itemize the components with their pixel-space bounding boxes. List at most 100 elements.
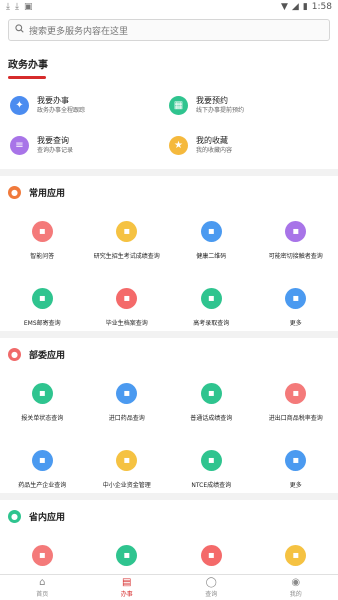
app-label: 毕业生档案查询 [105, 320, 148, 327]
bottom-tab-bar: ⌂ 首页 ▤ 办事 ◯ 查询 ◉ 我的 [0, 574, 338, 600]
gov-item-title: 我要办事 [37, 96, 69, 105]
battery-icon: ▮ [302, 2, 308, 12]
section-icon: ● [8, 348, 21, 361]
wifi-icon: ▼ [280, 2, 288, 12]
app-item[interactable]: ▪ 毕业生档案查询 [85, 288, 170, 327]
app-item[interactable]: ▪ 普通话成绩查询 [169, 383, 254, 422]
home-icon: ⌂ [39, 577, 46, 588]
app-icon: ▪ [116, 545, 138, 566]
app-grid: ▪ 智能问答 ▪ 研究生招生考试成绩查询 ▪ 健康二维码 ▪ 可能密切接触者查询… [0, 199, 338, 327]
section-icon: ● [8, 510, 21, 523]
app-icon: ▪ [200, 221, 222, 242]
app-item[interactable]: ▪ 药品生产企业查询 [0, 450, 85, 489]
app-label: 进出口商品税率查询 [268, 415, 323, 422]
tab-label: 查询 [205, 591, 218, 598]
app-item[interactable]: ▪ 更多 [254, 288, 338, 327]
search-input[interactable]: 搜索更多服务内容在这里 [8, 19, 330, 41]
tab-user[interactable]: ◉ 我的 [254, 575, 338, 600]
app-item[interactable]: ▪ 进出口商品税率查询 [254, 383, 338, 422]
gov-item-text: 我要查询 查询办事记录 [37, 135, 73, 155]
gov-item-title: 我要预约 [196, 96, 228, 105]
gov-item-title: 我的收藏 [196, 136, 228, 145]
app-section: ● 常用应用 ▪ 智能问答 ▪ 研究生招生考试成绩查询 ▪ 健康二维码 ▪ 可能… [0, 176, 338, 331]
app-item[interactable]: ▪ [254, 545, 338, 575]
app-item[interactable]: ▪ 健康二维码 [169, 221, 254, 260]
app-label: 更多 [289, 482, 302, 489]
search-icon [15, 24, 24, 36]
app-icon: ▪ [200, 383, 222, 404]
app-label: 研究生招生考试成绩查询 [93, 253, 160, 260]
section-title: 省内应用 [29, 513, 66, 523]
search-area: 搜索更多服务内容在这里 [0, 14, 338, 45]
app-item[interactable]: ▪ 高考录取查询 [169, 288, 254, 327]
app-icon: ▪ [200, 450, 222, 471]
app-grid: ▪ ▪ ▪ ▪ [0, 523, 338, 575]
gov-item-subtitle: 查询办事记录 [37, 147, 74, 154]
section-header: ● 省内应用 [0, 506, 338, 523]
gov-item-text: 我要预约 线下办事提前预约 [196, 95, 244, 115]
app-label: NTCE成绩查询 [191, 482, 232, 489]
search-icon: ◯ [205, 577, 217, 588]
app-item[interactable]: ▪ 中小企业资金管理 [85, 450, 170, 489]
app-item[interactable]: ▪ 研究生招生考试成绩查询 [85, 221, 170, 260]
notification-icons: ⤓ ⤓ ▣ [6, 2, 32, 12]
app-item[interactable]: ▪ 报关单状态查询 [0, 383, 85, 422]
app-icon: ▪ [285, 450, 307, 471]
gov-item[interactable]: ≡ 我要查询 查询办事记录 [10, 135, 169, 155]
tab-search[interactable]: ◯ 查询 [169, 575, 254, 600]
app-icon: ▪ [31, 545, 53, 566]
download-icon: ⤓ [14, 2, 19, 12]
app-item[interactable]: ▪ EMS邮寄查询 [0, 288, 85, 327]
app-item[interactable]: ▪ [85, 545, 170, 575]
pin-icon: ✦ [10, 95, 29, 115]
status-bar: ⤓ ⤓ ▣ ▼ ◢ ▮ 1:58 [0, 0, 338, 14]
app-label: 进口药品查询 [108, 415, 145, 422]
signal-icon: ◢ [291, 2, 299, 12]
app-icon: ▪ [285, 288, 307, 309]
gov-grid: ✦ 我要办事 政务办事全程跟踪 ▦ 我要预约 线下办事提前预约 ≡ 我要查询 查… [8, 79, 330, 163]
app-icon: ▪ [116, 383, 138, 404]
app-label: 中小企业资金管理 [102, 482, 151, 489]
app-grid: ▪ 报关单状态查询 ▪ 进口药品查询 ▪ 普通话成绩查询 ▪ 进出口商品税率查询… [0, 361, 338, 489]
section-header: ● 常用应用 [0, 182, 338, 199]
app-section: ● 部委应用 ▪ 报关单状态查询 ▪ 进口药品查询 ▪ 普通话成绩查询 ▪ 进出… [0, 338, 338, 493]
clock: 1:58 [311, 2, 332, 12]
tab-label: 首页 [36, 591, 49, 598]
tab-home[interactable]: ⌂ 首页 [0, 575, 85, 600]
app-label: 健康二维码 [196, 253, 227, 260]
tab-label: 办事 [120, 591, 133, 598]
user-icon: ◉ [291, 577, 301, 588]
app-icon: ▪ [116, 221, 138, 242]
app-item[interactable]: ▪ 可能密切接触者查询 [254, 221, 338, 260]
app-item[interactable]: ▪ [0, 545, 85, 575]
app-icon: ▣ [23, 2, 33, 12]
gov-item[interactable]: ★ 我的收藏 我的收藏内容 [169, 135, 328, 155]
tab-briefcase[interactable]: ▤ 办事 [85, 575, 170, 600]
section-title: 常用应用 [29, 189, 66, 199]
app-icon: ▪ [31, 383, 53, 404]
gov-item-title: 我要查询 [37, 136, 69, 145]
status-right: ▼ ◢ ▮ 1:58 [281, 2, 332, 12]
app-icon: ▪ [31, 288, 53, 309]
app-icon: ▪ [285, 221, 307, 242]
app-item[interactable]: ▪ [169, 545, 254, 575]
app-icon: ▪ [200, 545, 222, 566]
gov-item-text: 我的收藏 我的收藏内容 [196, 135, 232, 155]
gov-item-subtitle: 我的收藏内容 [196, 147, 233, 154]
app-icon: ▪ [116, 450, 138, 471]
app-item[interactable]: ▪ 进口药品查询 [85, 383, 170, 422]
gov-item[interactable]: ▦ 我要预约 线下办事提前预约 [169, 95, 328, 115]
app-label: 普通话成绩查询 [190, 415, 233, 422]
gov-services-panel: 政务办事 ✦ 我要办事 政务办事全程跟踪 ▦ 我要预约 线下办事提前预约 ≡ 我… [0, 45, 338, 169]
app-item[interactable]: ▪ NTCE成绩查询 [169, 450, 254, 489]
app-label: 可能密切接触者查询 [268, 253, 323, 260]
app-label: EMS邮寄查询 [23, 320, 61, 327]
gov-item[interactable]: ✦ 我要办事 政务办事全程跟踪 [10, 95, 169, 115]
app-icon: ▪ [31, 450, 53, 471]
section-header: ● 部委应用 [0, 344, 338, 361]
app-item[interactable]: ▪ 智能问答 [0, 221, 85, 260]
calendar-icon: ▦ [169, 95, 188, 115]
app-item[interactable]: ▪ 更多 [254, 450, 338, 489]
doc-icon: ≡ [10, 135, 29, 155]
app-icon: ▪ [116, 288, 138, 309]
